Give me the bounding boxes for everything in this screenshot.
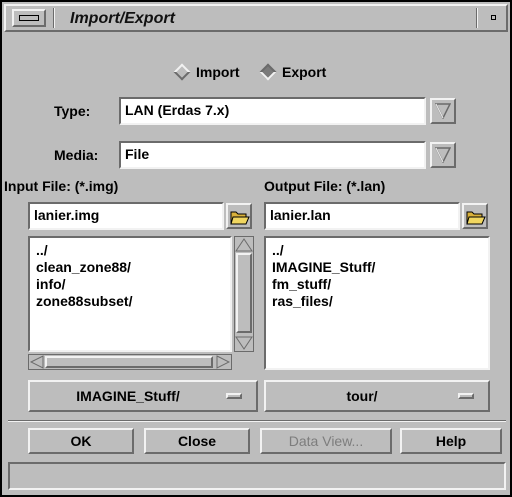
import-radio[interactable]: Import: [173, 63, 240, 81]
ok-button[interactable]: OK: [28, 428, 134, 454]
minimize-icon: [491, 15, 496, 20]
input-list-horizontal-scrollbar[interactable]: [28, 354, 232, 370]
input-file-label: Input File: (*.img): [4, 178, 119, 194]
list-item[interactable]: info/: [36, 276, 224, 293]
export-radio-label: Export: [282, 64, 327, 80]
title-bar[interactable]: Import/Export: [4, 4, 508, 32]
scroll-down-arrow-icon[interactable]: [235, 336, 253, 350]
type-select[interactable]: LAN (Erdas 7.x): [119, 97, 426, 125]
import-export-window: Import/Export Import Export Type: LAN (E…: [0, 0, 512, 497]
folder-open-icon: [466, 211, 486, 225]
output-directory-label: tour/: [346, 388, 378, 404]
media-select[interactable]: File: [119, 141, 426, 169]
list-item[interactable]: zone88subset/: [36, 293, 224, 310]
list-item[interactable]: ras_files/: [272, 293, 482, 310]
input-list-vertical-scrollbar[interactable]: [234, 236, 254, 352]
title-divider: [476, 8, 478, 28]
window-menu-icon: [19, 15, 39, 21]
import-radio-label: Import: [196, 64, 240, 80]
title-divider: [53, 8, 55, 28]
scroll-up-arrow-icon[interactable]: [235, 238, 253, 252]
output-directory-menu[interactable]: tour/: [264, 380, 490, 412]
option-menu-indicator-icon: [458, 393, 474, 399]
list-item[interactable]: ../: [36, 242, 224, 259]
scroll-thumb[interactable]: [45, 356, 213, 368]
window-title: Import/Export: [70, 10, 175, 27]
chevron-down-icon: [435, 147, 451, 163]
scroll-left-arrow-icon[interactable]: [30, 355, 44, 369]
media-dropdown-button[interactable]: [430, 142, 456, 168]
data-view-button[interactable]: Data View...: [260, 428, 392, 454]
scroll-right-arrow-icon[interactable]: [216, 355, 230, 369]
output-file-label: Output File: (*.lan): [264, 178, 386, 194]
input-directory-menu[interactable]: IMAGINE_Stuff/: [28, 380, 258, 412]
status-bar: [8, 462, 506, 490]
output-filename-field[interactable]: lanier.lan: [264, 202, 460, 230]
output-file-list[interactable]: ../ IMAGINE_Stuff/ fm_stuff/ ras_files/: [264, 236, 490, 370]
help-button[interactable]: Help: [400, 428, 502, 454]
media-label: Media:: [54, 147, 99, 163]
type-dropdown-button[interactable]: [430, 98, 456, 124]
list-item[interactable]: IMAGINE_Stuff/: [272, 259, 482, 276]
mode-radio-group: Import Export: [2, 63, 512, 84]
radio-off-icon: [173, 63, 191, 81]
input-filename-field[interactable]: lanier.img: [28, 202, 224, 230]
chevron-down-icon: [435, 103, 451, 119]
list-item[interactable]: ../: [272, 242, 482, 259]
list-item[interactable]: clean_zone88/: [36, 259, 224, 276]
scroll-thumb[interactable]: [236, 253, 252, 333]
close-button[interactable]: Close: [144, 428, 250, 454]
type-label: Type:: [54, 103, 91, 119]
input-file-list[interactable]: ../ clean_zone88/ info/ zone88subset/: [28, 236, 232, 352]
input-directory-label: IMAGINE_Stuff/: [76, 388, 180, 404]
input-browse-button[interactable]: [226, 203, 252, 229]
folder-open-icon: [230, 211, 250, 225]
button-divider: [8, 420, 506, 422]
window-menu-button[interactable]: [12, 9, 46, 27]
output-browse-button[interactable]: [462, 203, 488, 229]
option-menu-indicator-icon: [226, 393, 242, 399]
minimize-button[interactable]: [484, 9, 504, 27]
radio-on-icon: [259, 63, 277, 81]
list-item[interactable]: fm_stuff/: [272, 276, 482, 293]
export-radio[interactable]: Export: [259, 63, 327, 81]
